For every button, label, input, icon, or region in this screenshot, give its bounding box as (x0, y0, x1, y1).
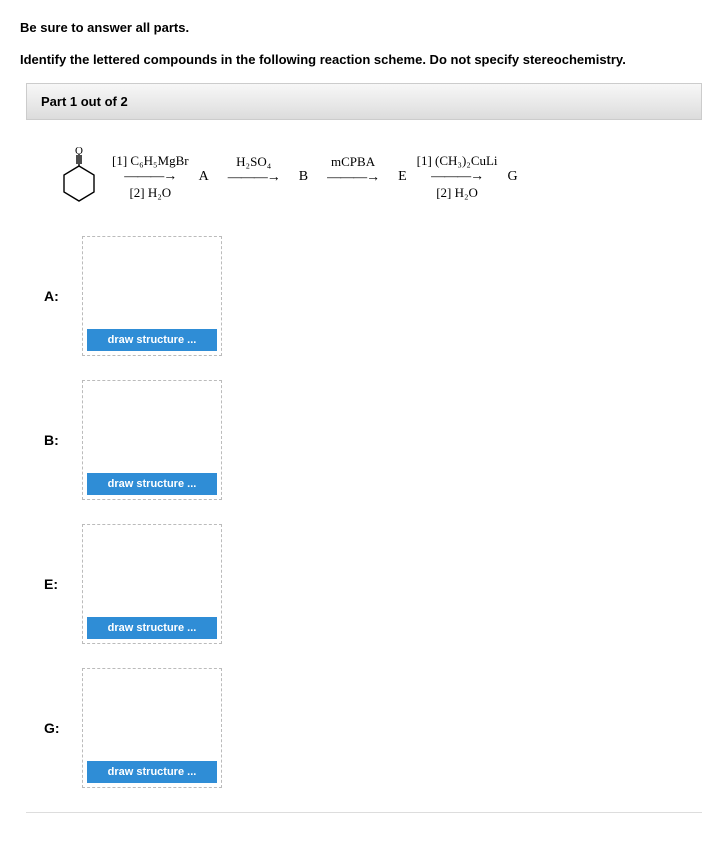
answer-row-a: A: draw structure ... (44, 236, 702, 356)
part-header: Part 1 out of 2 (26, 83, 702, 120)
reaction-scheme: O [1] C₆H₅MgBr ———→ [2] H₂O A H₂SO₄ ———→… (26, 138, 702, 236)
step-2: H₂SO₄ ———→ (219, 154, 289, 200)
answer-label-g: G: (44, 720, 82, 736)
step-4-reagent-bottom: [2] H₂O (436, 185, 478, 201)
answer-row-e: E: draw structure ... (44, 524, 702, 644)
step-4: [1] (CH₃)₂CuLi ———→ [2] H₂O (417, 153, 498, 201)
instructions: Be sure to answer all parts. Identify th… (20, 18, 702, 69)
step-3: mCPBA ———→ (318, 154, 388, 200)
cyclohexanone-icon: O (56, 146, 102, 208)
arrow-icon: ———→ (228, 170, 280, 186)
step-3-reagent-top: mCPBA (331, 154, 375, 170)
instruction-line-2: Identify the lettered compounds in the f… (20, 50, 702, 70)
arrow-icon: ———→ (124, 169, 176, 185)
draw-box-b[interactable]: draw structure ... (82, 380, 222, 500)
oxygen-label: O (75, 146, 83, 157)
draw-structure-button[interactable]: draw structure ... (87, 761, 217, 783)
draw-box-a[interactable]: draw structure ... (82, 236, 222, 356)
instruction-line-1: Be sure to answer all parts. (20, 18, 702, 38)
arrow-icon: ———→ (431, 169, 483, 185)
product-a: A (195, 169, 213, 185)
step-1: [1] C₆H₅MgBr ———→ [2] H₂O (112, 153, 189, 201)
step-1-reagent-top: [1] C₆H₅MgBr (112, 153, 189, 169)
draw-structure-button[interactable]: draw structure ... (87, 473, 217, 495)
arrow-icon: ———→ (327, 170, 379, 186)
product-e: E (394, 169, 411, 185)
answer-label-a: A: (44, 288, 82, 304)
step-4-reagent-top: [1] (CH₃)₂CuLi (417, 153, 498, 169)
divider (26, 812, 702, 813)
product-g: G (504, 169, 522, 185)
answer-label-b: B: (44, 432, 82, 448)
answer-row-b: B: draw structure ... (44, 380, 702, 500)
answer-row-g: G: draw structure ... (44, 668, 702, 788)
step-1-reagent-bottom: [2] H₂O (129, 185, 171, 201)
answer-label-e: E: (44, 576, 82, 592)
draw-box-g[interactable]: draw structure ... (82, 668, 222, 788)
draw-box-e[interactable]: draw structure ... (82, 524, 222, 644)
draw-structure-button[interactable]: draw structure ... (87, 329, 217, 351)
product-b: B (295, 169, 312, 185)
step-2-reagent-top: H₂SO₄ (236, 154, 271, 170)
draw-structure-button[interactable]: draw structure ... (87, 617, 217, 639)
answers-section: A: draw structure ... B: draw structure … (26, 236, 702, 788)
